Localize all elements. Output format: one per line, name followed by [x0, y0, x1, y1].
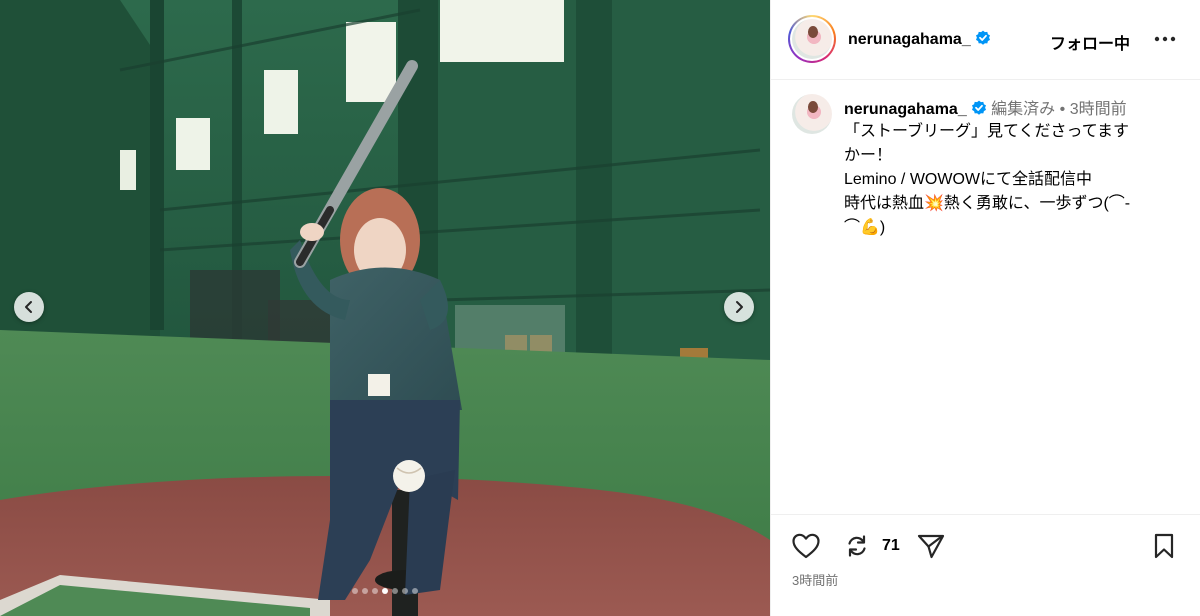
repost-button[interactable] [842, 531, 872, 561]
caption-line: 時代は熱血💥熱く勇敢に、一歩ずつ(⌒- [844, 195, 1131, 212]
caption-line: 「ストーブリーグ」見てくださってます [844, 123, 1129, 140]
verified-badge-icon [971, 100, 986, 115]
post-header: nerunagahama_ フォロー中 [771, 0, 1200, 80]
batting-cage-photo [0, 0, 770, 616]
carousel-dot-active [382, 588, 388, 594]
caption-line: かー！ [844, 147, 893, 164]
carousel-dot [372, 588, 378, 594]
more-horizontal-icon [1154, 36, 1176, 42]
post-actions: 71 [771, 514, 1200, 578]
post-photo[interactable] [0, 0, 770, 616]
repost-count[interactable]: 71 [882, 537, 900, 555]
next-photo-button[interactable] [724, 292, 754, 322]
caption-line: ⌒💪) [844, 219, 886, 236]
carousel-dot [362, 588, 368, 594]
header-username-link[interactable]: nerunagahama_ [848, 30, 991, 49]
like-button[interactable] [791, 531, 821, 561]
carousel-dot [352, 588, 358, 594]
bookmark-icon [1154, 533, 1174, 559]
save-button[interactable] [1149, 531, 1179, 561]
caption-username[interactable]: nerunagahama_ [844, 101, 967, 118]
caption-header: nerunagahama_ 編集済み • 3時間前 [844, 95, 1184, 119]
caption-text: 「ストーブリーグ」見てくださってます かー！ Lemino / WOWOWにて全… [844, 120, 1184, 240]
chevron-right-icon [736, 301, 743, 313]
carousel-dot [392, 588, 398, 594]
carousel-dot [402, 588, 408, 594]
edited-label: 編集済み [991, 101, 1056, 118]
caption-line: Lemino / WOWOWにて全話配信中 [844, 171, 1093, 188]
following-button[interactable]: フォロー中 [1050, 30, 1130, 54]
caption-time[interactable]: 3時間前 [1070, 101, 1127, 118]
share-button[interactable] [916, 531, 946, 561]
post-timestamp[interactable]: 3時間前 [792, 570, 838, 589]
heart-icon [792, 533, 820, 559]
chevron-left-icon [25, 301, 32, 313]
previous-photo-button[interactable] [14, 292, 44, 322]
repost-icon [848, 535, 866, 557]
more-options-button[interactable] [1152, 26, 1178, 52]
header-username[interactable]: nerunagahama_ [848, 31, 971, 48]
story-avatar[interactable] [788, 15, 836, 63]
meta-separator: • [1059, 101, 1066, 118]
carousel-indicator [0, 588, 770, 594]
caption-avatar[interactable] [792, 94, 832, 134]
carousel-dot [412, 588, 418, 594]
verified-badge-icon [975, 30, 990, 45]
avatar [792, 19, 832, 59]
instagram-post: nerunagahama_ フォロー中 nerunagahama_ 編集済み •… [0, 0, 1200, 616]
post-side-panel: nerunagahama_ フォロー中 nerunagahama_ 編集済み •… [770, 0, 1200, 616]
paper-plane-icon [917, 534, 945, 559]
